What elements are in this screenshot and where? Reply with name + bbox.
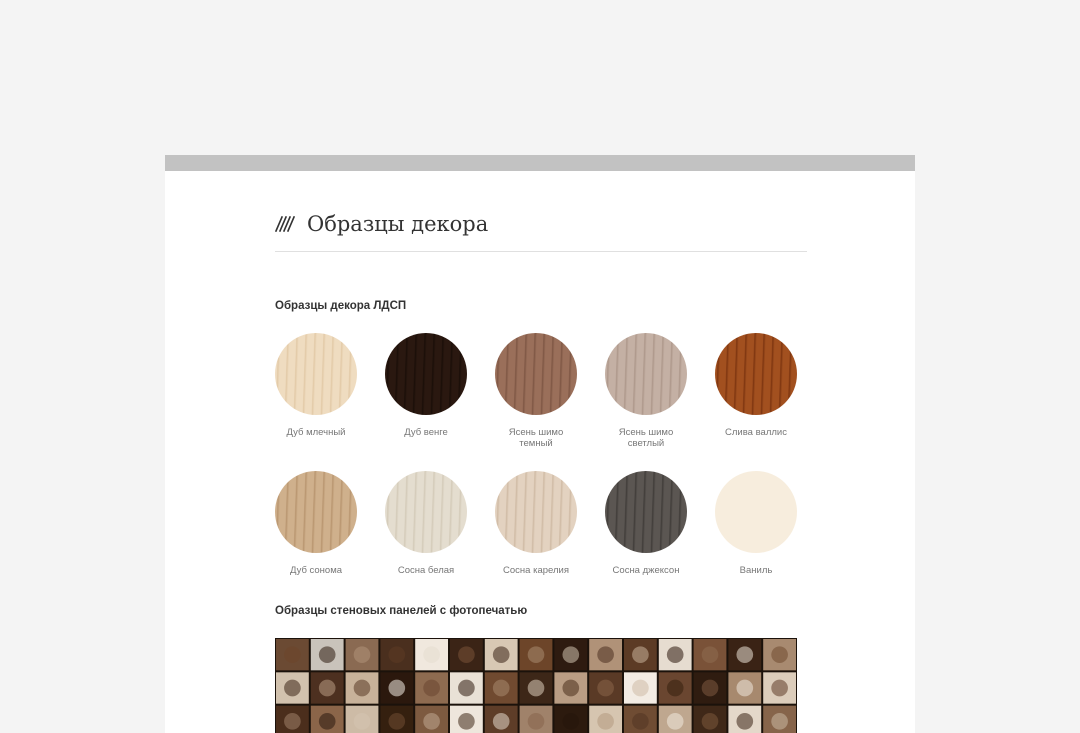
swatch-label: Сосна белая (397, 565, 455, 576)
swatch-label: Дуб сонома (289, 565, 343, 576)
photo-tile-detail (632, 679, 649, 697)
photo-tile-detail (284, 646, 301, 663)
photo-tile-detail (771, 679, 788, 697)
swatch-label: Ясень шимо светлый (618, 427, 674, 449)
swatch-item[interactable]: Ясень шимо светлый (598, 333, 694, 449)
swatch-label: Ясень шимо темный (508, 427, 564, 449)
swatch-item[interactable]: Сосна джексон (598, 471, 694, 576)
photo-tile-detail (492, 713, 510, 730)
swatch-item[interactable]: Сосна карелия (488, 471, 584, 576)
photo-tile-detail (597, 713, 614, 730)
photo-tile-detail (701, 679, 719, 697)
swatch-item[interactable]: Дуб млечный (268, 333, 364, 438)
photo-tile-detail (597, 679, 614, 697)
swatch-item[interactable]: Ваниль (708, 471, 804, 576)
swatch-item[interactable]: Слива валлис (708, 333, 804, 438)
photo-tile-detail (701, 646, 719, 663)
swatch-circle[interactable] (275, 471, 357, 553)
title-divider (275, 251, 807, 252)
photo-tile-detail (388, 679, 406, 697)
photo-tile-detail (318, 713, 336, 730)
photo-tile-detail (423, 679, 440, 697)
swatch-item[interactable]: Дуб венге (378, 333, 474, 438)
photo-tile-detail (284, 679, 301, 697)
photo-tile-detail (458, 679, 475, 697)
photo-tile-detail (388, 646, 406, 663)
photo-tile-detail (736, 679, 754, 697)
photo-tile-detail (771, 646, 788, 663)
photo-tile-detail (562, 646, 580, 663)
ldsp-section-title: Образцы декора ЛДСП (275, 300, 407, 312)
swatch-label: Дуб венге (404, 427, 448, 438)
photo-tile-detail (736, 713, 754, 730)
swatch-circle[interactable] (715, 333, 797, 415)
page-title-row: Образцы декора (275, 207, 488, 241)
photo-tile-detail (318, 679, 336, 697)
photo-tile-detail (318, 646, 336, 663)
photo-tile-detail (597, 646, 614, 663)
hatch-lines-icon (275, 216, 295, 232)
photo-tile-detail (527, 713, 545, 730)
photo-tile-detail (701, 713, 719, 730)
swatch-circle[interactable] (495, 471, 577, 553)
photo-tile-detail (771, 713, 788, 730)
photo-tile-detail (666, 679, 684, 697)
photo-tile-detail (666, 646, 684, 663)
photo-tile-detail (458, 713, 475, 730)
swatch-label: Дуб млечный (286, 427, 346, 438)
photo-tile-detail (632, 713, 649, 730)
swatch-circle[interactable] (385, 471, 467, 553)
swatch-circle[interactable] (385, 333, 467, 415)
photo-tile-detail (284, 713, 301, 730)
swatch-label: Слива валлис (725, 427, 787, 438)
swatch-circle[interactable] (275, 333, 357, 415)
photo-tile-detail (353, 679, 371, 697)
photo-tile-detail (492, 646, 510, 663)
photo-tile-detail (492, 679, 510, 697)
modal-header-bar (165, 155, 915, 171)
decor-samples-modal: Образцы декора Образцы декора ЛДСП Дуб м… (165, 155, 915, 733)
swatch-circle[interactable] (605, 333, 687, 415)
swatch-item[interactable]: Сосна белая (378, 471, 474, 576)
photo-tile-detail (353, 713, 371, 730)
panels-section-title: Образцы стеновых панелей с фотопечатью (275, 605, 528, 617)
photo-tile-detail (736, 646, 754, 663)
photo-panel-image[interactable] (275, 638, 797, 733)
photo-tile-detail (562, 679, 580, 697)
photo-tile-detail (527, 679, 545, 697)
photo-tile-detail (632, 646, 649, 663)
swatch-label: Сосна карелия (503, 565, 569, 576)
swatch-label: Ваниль (739, 565, 773, 576)
photo-tile-detail (562, 713, 580, 730)
swatch-circle[interactable] (495, 333, 577, 415)
page-title: Образцы декора (307, 212, 489, 236)
photo-tile-detail (423, 713, 440, 730)
photo-tile-detail (458, 646, 475, 663)
swatch-item[interactable]: Ясень шимо темный (488, 333, 584, 449)
photo-tile-detail (666, 713, 684, 730)
swatch-circle[interactable] (715, 471, 797, 553)
photo-tile-detail (353, 646, 371, 663)
photo-tile-detail (423, 646, 440, 663)
photo-tile-detail (527, 646, 545, 663)
swatch-circle[interactable] (605, 471, 687, 553)
photo-tile-detail (388, 713, 406, 730)
swatch-label: Сосна джексон (612, 565, 680, 576)
swatch-item[interactable]: Дуб сонома (268, 471, 364, 576)
